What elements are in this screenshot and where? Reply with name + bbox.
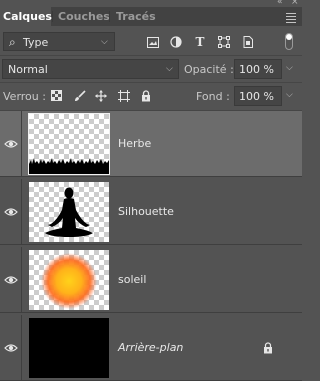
layer-row-silhouette[interactable]: Silhouette (0, 179, 302, 245)
tab-divider (109, 11, 110, 22)
layer-name[interactable]: Silhouette (118, 205, 174, 218)
eye-icon (4, 275, 18, 284)
adjustment-filter-icon[interactable] (169, 35, 183, 49)
eye-icon (4, 139, 18, 148)
tab-traces[interactable]: Tracés (116, 7, 156, 26)
opacity-label: Opacité : (184, 63, 234, 76)
lock-position-icon[interactable] (94, 89, 107, 102)
chevron-down-icon: ⌵ (166, 64, 173, 74)
panel-top-strip: « × (0, 0, 302, 7)
filter-kind-label: Type (23, 36, 49, 49)
fill-input[interactable]: 100 % (234, 86, 282, 106)
fill-dropdown-icon[interactable]: ⌵ (286, 90, 293, 100)
divider (0, 82, 302, 83)
panel-tab-bar: Calques Couches Tracés (0, 7, 302, 26)
eye-icon (4, 343, 18, 352)
chevron-down-icon: ⌵ (101, 37, 108, 47)
lock-all-icon[interactable] (139, 89, 152, 102)
blend-mode-select[interactable]: Normal ⌵ (2, 59, 179, 79)
smart-object-filter-icon[interactable] (241, 35, 255, 49)
lock-image-pixels-icon[interactable] (73, 89, 86, 102)
opacity-value: 100 % (239, 63, 274, 76)
layer-name[interactable]: Arrière-plan (118, 341, 183, 354)
eye-icon (4, 207, 18, 216)
layer-filter-row: ⌕ Type ⌵ T (0, 32, 302, 52)
panel-menu-icon[interactable] (286, 13, 296, 25)
layer-name[interactable]: Herbe (118, 137, 151, 150)
lock-label: Verrou : (3, 90, 46, 103)
filter-kind-select[interactable]: ⌕ Type ⌵ (3, 32, 115, 51)
layer-thumbnail-sun[interactable] (29, 250, 109, 310)
fill-value: 100 % (239, 90, 274, 103)
opacity-dropdown-icon[interactable]: ⌵ (286, 63, 293, 73)
layer-thumbnail-silhouette[interactable] (29, 182, 109, 242)
blend-row: Normal ⌵ Opacité : 100 % ⌵ (0, 59, 302, 79)
layer-row-arriere-plan[interactable]: Arrière-plan (0, 315, 302, 381)
visibility-toggle[interactable] (0, 315, 22, 380)
image-filter-icon[interactable] (146, 35, 160, 49)
layer-row-soleil[interactable]: soleil (0, 247, 302, 313)
fill-label: Fond : (196, 90, 230, 103)
collapse-panel-icon[interactable]: « (277, 0, 283, 7)
layer-thumbnail-background[interactable] (29, 318, 109, 378)
blend-mode-value: Normal (8, 63, 48, 76)
search-icon: ⌕ (9, 35, 16, 49)
close-panel-icon[interactable]: × (291, 0, 299, 7)
opacity-input[interactable]: 100 % (234, 59, 282, 79)
layer-thumbnail-grass[interactable] (28, 113, 110, 175)
tab-couches[interactable]: Couches (58, 7, 110, 26)
tab-calques[interactable]: Calques (0, 7, 52, 26)
type-filter-icon[interactable]: T (193, 35, 207, 49)
lock-transparent-pixels-icon[interactable] (50, 89, 63, 102)
layer-lock-icon (264, 341, 272, 353)
lock-row: Verrou : Fond : 100 % ⌵ (0, 86, 302, 106)
visibility-toggle[interactable] (0, 179, 22, 244)
layer-name[interactable]: soleil (118, 273, 146, 286)
lock-artboard-icon[interactable] (117, 89, 130, 102)
filter-toggle-switch[interactable] (285, 33, 293, 50)
layer-row-herbe[interactable]: Herbe (0, 111, 302, 177)
visibility-toggle[interactable] (0, 247, 22, 312)
shape-filter-icon[interactable] (217, 35, 231, 49)
tab-divider (52, 11, 53, 22)
divider (0, 55, 302, 56)
visibility-toggle[interactable] (0, 111, 22, 176)
